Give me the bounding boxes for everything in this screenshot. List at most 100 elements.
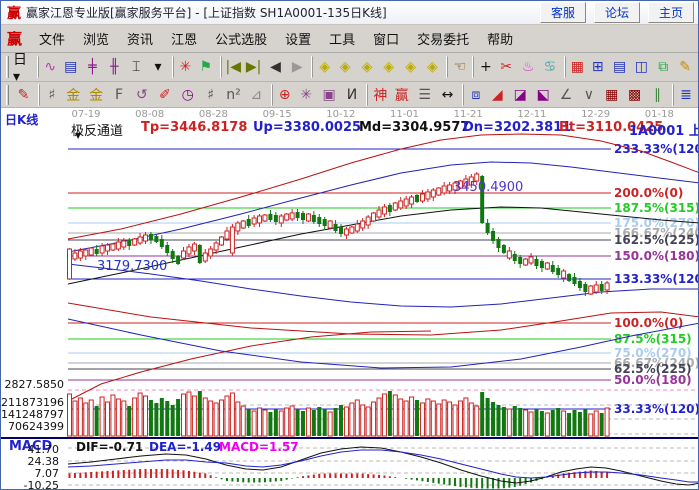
ruler-123-icon[interactable]: ☰ bbox=[413, 84, 436, 106]
next-icon[interactable]: ▶ bbox=[286, 56, 308, 78]
trend-wave-icon[interactable]: ∿ bbox=[38, 56, 60, 78]
span-arrows-icon[interactable]: ↔ bbox=[436, 84, 459, 106]
save-icon[interactable]: ◫ bbox=[631, 56, 653, 78]
svg-text:133.33%(120): 133.33%(120) bbox=[614, 272, 699, 286]
indicator-dropdown-icon[interactable]: ▼ bbox=[75, 131, 81, 140]
stock-pool-icon[interactable]: ✳ bbox=[173, 56, 195, 78]
symbol-label: 1A0001 上证指数 bbox=[629, 120, 699, 139]
angle-line-icon[interactable]: ∠ bbox=[555, 84, 578, 106]
brain-icon[interactable]: ♋ bbox=[539, 56, 561, 78]
diamond-shrink-icon[interactable]: ◈ bbox=[422, 56, 444, 78]
titlebar-button-2[interactable]: 论坛 bbox=[594, 2, 640, 23]
menu-item[interactable]: 江恩 bbox=[162, 26, 206, 51]
rocket-icon[interactable]: ✐ bbox=[153, 84, 176, 106]
titlebar-button-3[interactable]: 主页 bbox=[648, 2, 694, 23]
pen-icon[interactable]: ✎ bbox=[674, 56, 696, 78]
kline-period-button[interactable]: 日 ▾ bbox=[12, 56, 34, 78]
chart-area: 07-1908-0808-2809-1510-1211-0111-2112-11… bbox=[1, 108, 699, 490]
svg-text:08-08: 08-08 bbox=[135, 109, 164, 120]
kline-9-icon[interactable]: ╫ bbox=[103, 56, 125, 78]
menu-bar: 赢 文件浏览资讯江恩公式选股设置工具窗口交易委托帮助 bbox=[1, 25, 698, 53]
kline-3-icon[interactable]: ╪ bbox=[82, 56, 104, 78]
cut-icon[interactable]: ✂ bbox=[495, 56, 517, 78]
wave-count-icon[interactable]: И bbox=[341, 84, 364, 106]
crosshair-icon[interactable]: + bbox=[473, 56, 495, 78]
diamond-right-icon[interactable]: ◈ bbox=[334, 56, 356, 78]
last-page-icon[interactable]: ▶| bbox=[243, 56, 265, 78]
menu-item[interactable]: 窗口 bbox=[364, 26, 408, 51]
parallel-lines-icon[interactable]: ∥ bbox=[646, 84, 669, 106]
menu-logo-icon: 赢 bbox=[7, 28, 22, 49]
n-square-icon[interactable]: n² bbox=[222, 84, 245, 106]
menu-item[interactable]: 设置 bbox=[276, 26, 320, 51]
star-target-icon[interactable]: ✳ bbox=[295, 84, 318, 106]
notes-icon[interactable]: ▤ bbox=[609, 56, 631, 78]
vee-line-icon[interactable]: ∨ bbox=[577, 84, 600, 106]
box-tool-icon[interactable]: ⧈ bbox=[463, 84, 486, 106]
set-square-icon[interactable]: ⊿ bbox=[245, 84, 268, 106]
target-icon[interactable]: ⊕ bbox=[272, 84, 295, 106]
prev-icon[interactable]: ◀ bbox=[265, 56, 287, 78]
candle-dropdown-icon[interactable]: ▾ bbox=[147, 56, 169, 78]
indicator-value-3: Md=3304.9577 bbox=[359, 120, 469, 135]
diamond-expand-icon[interactable]: ◈ bbox=[400, 56, 422, 78]
shen-tool-icon[interactable]: 神 bbox=[367, 84, 390, 106]
svg-text:50.0%(180): 50.0%(180) bbox=[614, 373, 692, 387]
gauge-icon[interactable]: ≣ bbox=[673, 84, 696, 106]
report-icon[interactable]: ▤ bbox=[60, 56, 82, 78]
candle-style-icon[interactable]: ⌶ bbox=[125, 56, 147, 78]
share-icon[interactable]: ⧉ bbox=[652, 56, 674, 78]
first-page-icon[interactable]: |◀ bbox=[221, 56, 243, 78]
kline-chart-svg[interactable]: 07-1908-0808-2809-1510-1211-0111-2112-11… bbox=[1, 108, 699, 490]
mask-icon[interactable]: ♨ bbox=[517, 56, 539, 78]
svg-text:87.5%(315): 87.5%(315) bbox=[614, 332, 692, 346]
fan-grid-icon[interactable]: ⬕ bbox=[532, 84, 555, 106]
win-tool-icon[interactable]: 赢 bbox=[390, 84, 413, 106]
menu-item[interactable]: 资讯 bbox=[118, 26, 162, 51]
diamond-left-icon[interactable]: ◈ bbox=[312, 56, 334, 78]
svg-text:07-19: 07-19 bbox=[71, 109, 100, 120]
fan-box-icon[interactable]: ◪ bbox=[509, 84, 532, 106]
calculator-icon[interactable]: ⊞ bbox=[587, 56, 609, 78]
macd-header-value-3: MACD=1.57 bbox=[219, 440, 299, 454]
svg-text:10-12: 10-12 bbox=[326, 109, 355, 120]
price-axis-label: 2827.5850 bbox=[1, 378, 64, 391]
svg-text:3179.7300: 3179.7300 bbox=[97, 259, 167, 274]
hand-drag-icon[interactable]: ☜ bbox=[447, 56, 469, 78]
grid-tool-icon[interactable]: ▦ bbox=[600, 84, 623, 106]
menu-item[interactable]: 浏览 bbox=[74, 26, 118, 51]
titlebar-button-1[interactable]: 客服 bbox=[540, 2, 586, 23]
kline-type-label[interactable]: 日K线 bbox=[5, 111, 38, 128]
time-cycle-icon[interactable]: ◷ bbox=[176, 84, 199, 106]
fibonacci-icon[interactable]: F bbox=[108, 84, 131, 106]
calendar-21-icon[interactable]: ▦ bbox=[565, 56, 587, 78]
svg-text:11-01: 11-01 bbox=[390, 109, 419, 120]
diamond-up-icon[interactable]: ◈ bbox=[356, 56, 378, 78]
menu-item[interactable]: 公式选股 bbox=[206, 26, 276, 51]
indicator-value-1: Tp=3446.8178 bbox=[141, 120, 247, 135]
indicator-value-2: Up=3380.0025 bbox=[253, 120, 361, 135]
window-title: 赢家江恩专业版[赢家服务平台] - [上证指数 SH1A0001-135日K线] bbox=[26, 4, 532, 21]
title-bar: 赢 赢家江恩专业版[赢家服务平台] - [上证指数 SH1A0001-135日K… bbox=[1, 1, 698, 25]
scale-icon[interactable]: ♯ bbox=[199, 84, 222, 106]
gold-split-icon[interactable]: 金 bbox=[62, 84, 85, 106]
svg-text:150.0%(180): 150.0%(180) bbox=[614, 249, 699, 263]
gann-fan-icon[interactable]: ◢ bbox=[486, 84, 509, 106]
diamond-down-icon[interactable]: ◈ bbox=[378, 56, 400, 78]
draw-pen-icon[interactable]: ✎ bbox=[12, 84, 35, 106]
gold-box-icon[interactable]: 金 bbox=[85, 84, 108, 106]
menu-items: 文件浏览资讯江恩公式选股设置工具窗口交易委托帮助 bbox=[30, 26, 522, 51]
grid2-tool-icon[interactable]: ▩ bbox=[623, 84, 646, 106]
grid-target-icon[interactable]: ▣ bbox=[318, 84, 341, 106]
gann-ruler-icon[interactable]: ♯ bbox=[39, 84, 62, 106]
menu-item[interactable]: 帮助 bbox=[478, 26, 522, 51]
menu-item[interactable]: 工具 bbox=[320, 26, 364, 51]
flag-indicator-icon[interactable]: ⚑ bbox=[195, 56, 217, 78]
spiral-icon[interactable]: ↺ bbox=[130, 84, 153, 106]
toolbar-grip[interactable] bbox=[6, 85, 9, 105]
svg-text:233.33%(120): 233.33%(120) bbox=[614, 142, 699, 156]
svg-text:187.5%(315): 187.5%(315) bbox=[614, 201, 699, 215]
menu-item[interactable]: 文件 bbox=[30, 26, 74, 51]
toolbar-grip[interactable] bbox=[6, 56, 9, 78]
menu-item[interactable]: 交易委托 bbox=[408, 26, 478, 51]
